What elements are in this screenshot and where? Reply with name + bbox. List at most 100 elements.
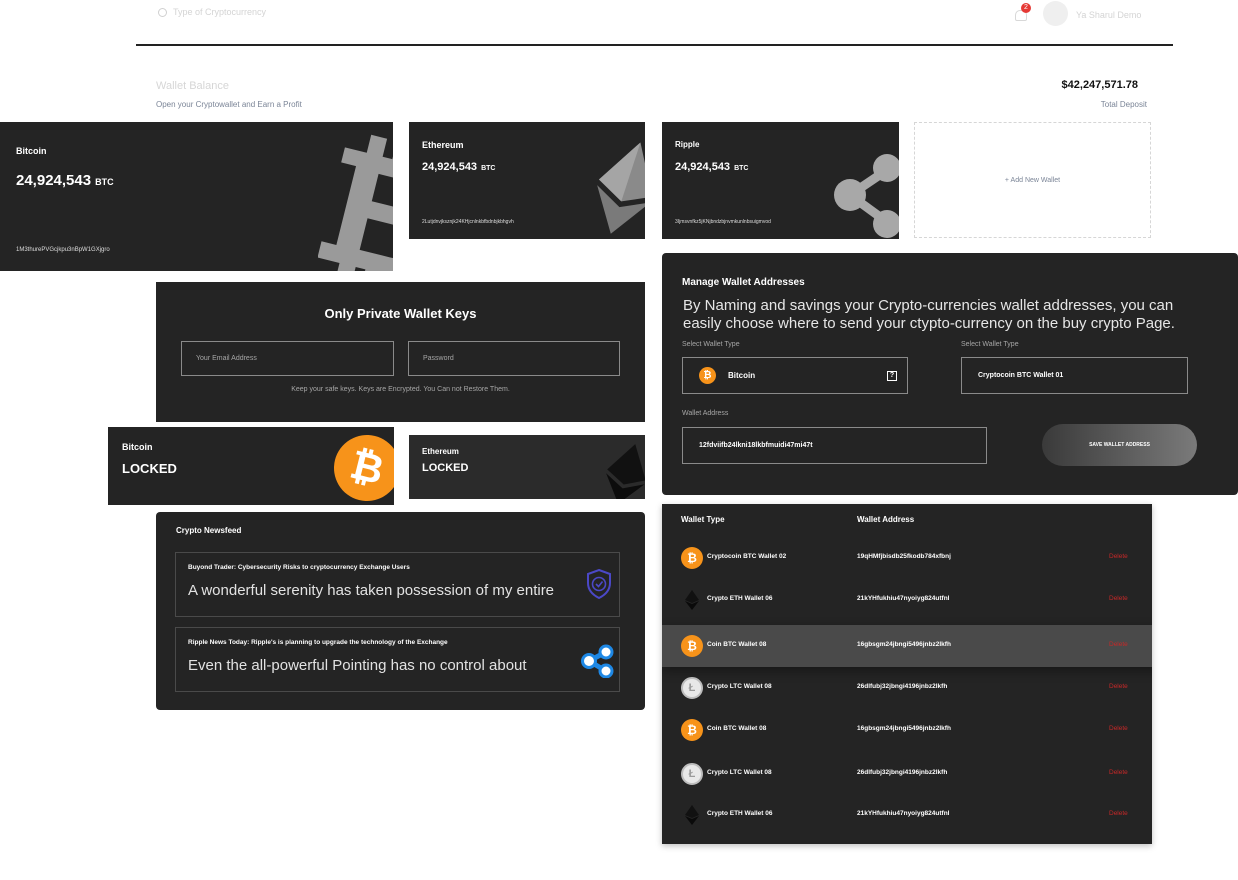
- search-bar[interactable]: Type of Cryptocurrency: [158, 7, 266, 17]
- manage-description: By Naming and savings your Crypto-curren…: [683, 297, 1175, 332]
- avatar[interactable]: [1043, 1, 1068, 26]
- wallet-address-field[interactable]: 12fdviifb24lkni18lkbfmuidi47mi47t: [682, 427, 987, 464]
- news-item[interactable]: Buyond Trader: Cybersecurity Risks to cr…: [175, 552, 620, 617]
- help-icon[interactable]: ?: [887, 371, 897, 381]
- litecoin-icon: Ł: [681, 763, 703, 785]
- delete-button[interactable]: Delete: [1109, 769, 1128, 776]
- total-deposit-amount: $42,247,571.78: [1061, 79, 1138, 91]
- bitcoin-icon: ₿: [681, 635, 703, 657]
- wallet-table: Wallet Type Wallet Address ₿ Cryptocoin …: [662, 504, 1152, 844]
- newsfeed-title: Crypto Newsfeed: [176, 526, 242, 535]
- table-row[interactable]: Ł Crypto LTC Wallet 08 26dlfubj32jbngi41…: [662, 667, 1152, 709]
- header-divider: [136, 44, 1173, 46]
- bitcoin-icon: ₿: [681, 719, 703, 741]
- ripple-icon: [581, 644, 614, 678]
- private-keys-panel: Only Private Wallet Keys Your Email Addr…: [156, 282, 645, 422]
- ripple-logo-icon: [834, 154, 899, 238]
- select-wallet-label: Select Wallet Type: [682, 341, 740, 348]
- row-wallet-address: 19qHMfjbisdb25fkodb784xfbnj: [857, 553, 951, 560]
- notification-button[interactable]: 2: [1013, 3, 1031, 21]
- news-body: A wonderful serenity has taken possessio…: [188, 582, 555, 599]
- manage-title: Manage Wallet Addresses: [682, 277, 805, 288]
- total-deposit-label: Total Deposit: [1100, 100, 1147, 109]
- column-header-wallet-address: Wallet Address: [857, 515, 915, 524]
- wallet-name: Bitcoin: [16, 146, 47, 156]
- wallet-card-bitcoin[interactable]: Bitcoin 24,924,543 BTC 1M3thurePVGcjkpu3n…: [0, 122, 393, 271]
- table-row[interactable]: ₿ Coin BTC Wallet 08 16gbsgm24jbngi5496j…: [662, 709, 1152, 751]
- news-headline: Ripple News Today: Ripple's is planning …: [188, 639, 448, 646]
- ethereum-logo-icon: [606, 444, 645, 499]
- wallet-address: 3Ijmsvnfkz5jKNjbndzbjnvmkunlnbsuigmvod: [675, 219, 771, 225]
- svg-text:₿: ₿: [318, 132, 393, 271]
- row-wallet-name: Cryptocoin BTC Wallet 02: [707, 553, 787, 560]
- row-wallet-address: 21kYHfukhiu47nyoiyg824utfnl: [857, 595, 950, 602]
- delete-button[interactable]: Delete: [1109, 553, 1128, 560]
- delete-button[interactable]: Delete: [1109, 725, 1128, 732]
- row-wallet-name: Crypto LTC Wallet 08: [707, 683, 772, 690]
- row-wallet-address: 16gbsgm24jbngi5496jnbz2lkfh: [857, 725, 951, 732]
- save-wallet-address-button[interactable]: SAVE WALLET ADDRESS: [1042, 424, 1197, 466]
- wallet-address: 1M3thurePVGcjkpu3nBpW1GXjgro: [16, 247, 110, 253]
- table-row-selected[interactable]: ₿ Coin BTC Wallet 08 16gbsgm24jbngi5496j…: [662, 625, 1152, 667]
- add-new-wallet-button[interactable]: + Add New Wallet: [914, 122, 1151, 238]
- table-row[interactable]: Crypto ETH Wallet 06 21kYHfukhiu47nyoiyg…: [662, 579, 1152, 621]
- row-wallet-address: 16gbsgm24jbngi5496jnbz2lkfh: [857, 641, 951, 648]
- search-input[interactable]: Type of Cryptocurrency: [173, 7, 266, 17]
- search-icon: [158, 7, 167, 17]
- row-wallet-name: Coin BTC Wallet 08: [707, 641, 767, 648]
- wallet-amount: 24,924,543 BTC: [16, 172, 114, 189]
- table-row[interactable]: Crypto ETH Wallet 06 21kYHfukhiu47nyoiyg…: [662, 794, 1152, 836]
- row-wallet-name: Crypto LTC Wallet 08: [707, 769, 772, 776]
- locked-status: LOCKED: [422, 462, 469, 474]
- row-wallet-address: 21kYHfukhiu47nyoiyg824utfnl: [857, 810, 950, 817]
- notification-badge: 2: [1021, 3, 1031, 13]
- wallet-name: Ethereum: [422, 140, 464, 150]
- wallet-type-value: Bitcoin: [728, 371, 756, 380]
- locked-wallet-name: Ethereum: [422, 447, 459, 456]
- ethereum-icon: [685, 590, 699, 610]
- bitcoin-icon: ₿: [699, 367, 716, 384]
- table-row[interactable]: ₿ Cryptocoin BTC Wallet 02 19qHMfjbisdb2…: [662, 537, 1152, 579]
- row-wallet-address: 26dlfubj32jbngi4196jnbz2lkfh: [857, 769, 948, 776]
- litecoin-icon: Ł: [681, 677, 703, 699]
- email-field[interactable]: Your Email Address: [181, 341, 394, 376]
- wallet-amount: 24,924,543 BTC: [422, 161, 496, 173]
- news-item[interactable]: Ripple News Today: Ripple's is planning …: [175, 627, 620, 692]
- bitcoin-logo-icon: ₿: [318, 132, 393, 271]
- ethereum-logo-icon: [597, 142, 645, 234]
- wallet-card-ethereum[interactable]: Ethereum 24,924,543 BTC 2Lutjdnvjksznjk24…: [409, 122, 645, 239]
- wallet-type-select[interactable]: ₿ Bitcoin ?: [682, 357, 908, 394]
- wallet-address: 2Lutjdnvjksznjk24KHjcnlnkbfbdnbjkbhgvh: [422, 219, 514, 225]
- news-headline: Buyond Trader: Cybersecurity Risks to cr…: [188, 564, 410, 571]
- user-name[interactable]: Ya Sharul Demo: [1076, 10, 1141, 20]
- wallet-name-select[interactable]: Cryptocoin BTC Wallet 01: [961, 357, 1188, 394]
- manage-wallet-panel: Manage Wallet Addresses By Naming and sa…: [662, 253, 1238, 495]
- bitcoin-logo-icon: ₿: [326, 427, 394, 505]
- locked-card-ethereum[interactable]: Ethereum LOCKED: [409, 435, 645, 499]
- row-wallet-name: Crypto ETH Wallet 06: [707, 810, 773, 817]
- bitcoin-icon: ₿: [681, 547, 703, 569]
- column-header-wallet-type: Wallet Type: [681, 515, 725, 524]
- wallet-name: Ripple: [675, 140, 700, 149]
- table-row[interactable]: Ł Crypto LTC Wallet 08 26dlfubj32jbngi41…: [662, 753, 1152, 795]
- wallet-amount: 24,924,543 BTC: [675, 161, 749, 173]
- password-field[interactable]: Password: [408, 341, 620, 376]
- row-wallet-name: Coin BTC Wallet 08: [707, 725, 767, 732]
- shield-icon: [587, 569, 611, 599]
- delete-button[interactable]: Delete: [1109, 595, 1128, 602]
- row-wallet-address: 26dlfubj32jbngi4196jnbz2lkfh: [857, 683, 948, 690]
- locked-wallet-name: Bitcoin: [122, 442, 153, 452]
- delete-button[interactable]: Delete: [1109, 810, 1128, 817]
- private-keys-title: Only Private Wallet Keys: [324, 306, 477, 321]
- wallet-address-label: Wallet Address: [682, 410, 729, 417]
- private-keys-note: Keep your safe keys. Keys are Encrypted.…: [291, 386, 510, 393]
- news-body: Even the all-powerful Pointing has no co…: [188, 657, 527, 674]
- page-subtitle: Open your Cryptowallet and Earn a Profit: [156, 100, 302, 109]
- delete-button[interactable]: Delete: [1109, 683, 1128, 690]
- locked-card-bitcoin[interactable]: Bitcoin LOCKED ₿: [108, 427, 394, 505]
- wallet-card-ripple[interactable]: Ripple 24,924,543 BTC 3Ijmsvnfkz5jKNjbndz…: [662, 122, 899, 239]
- locked-status: LOCKED: [122, 461, 177, 476]
- crypto-newsfeed: Crypto Newsfeed Buyond Trader: Cybersecu…: [156, 512, 645, 710]
- delete-button[interactable]: Delete: [1109, 641, 1128, 648]
- ethereum-icon: [685, 805, 699, 825]
